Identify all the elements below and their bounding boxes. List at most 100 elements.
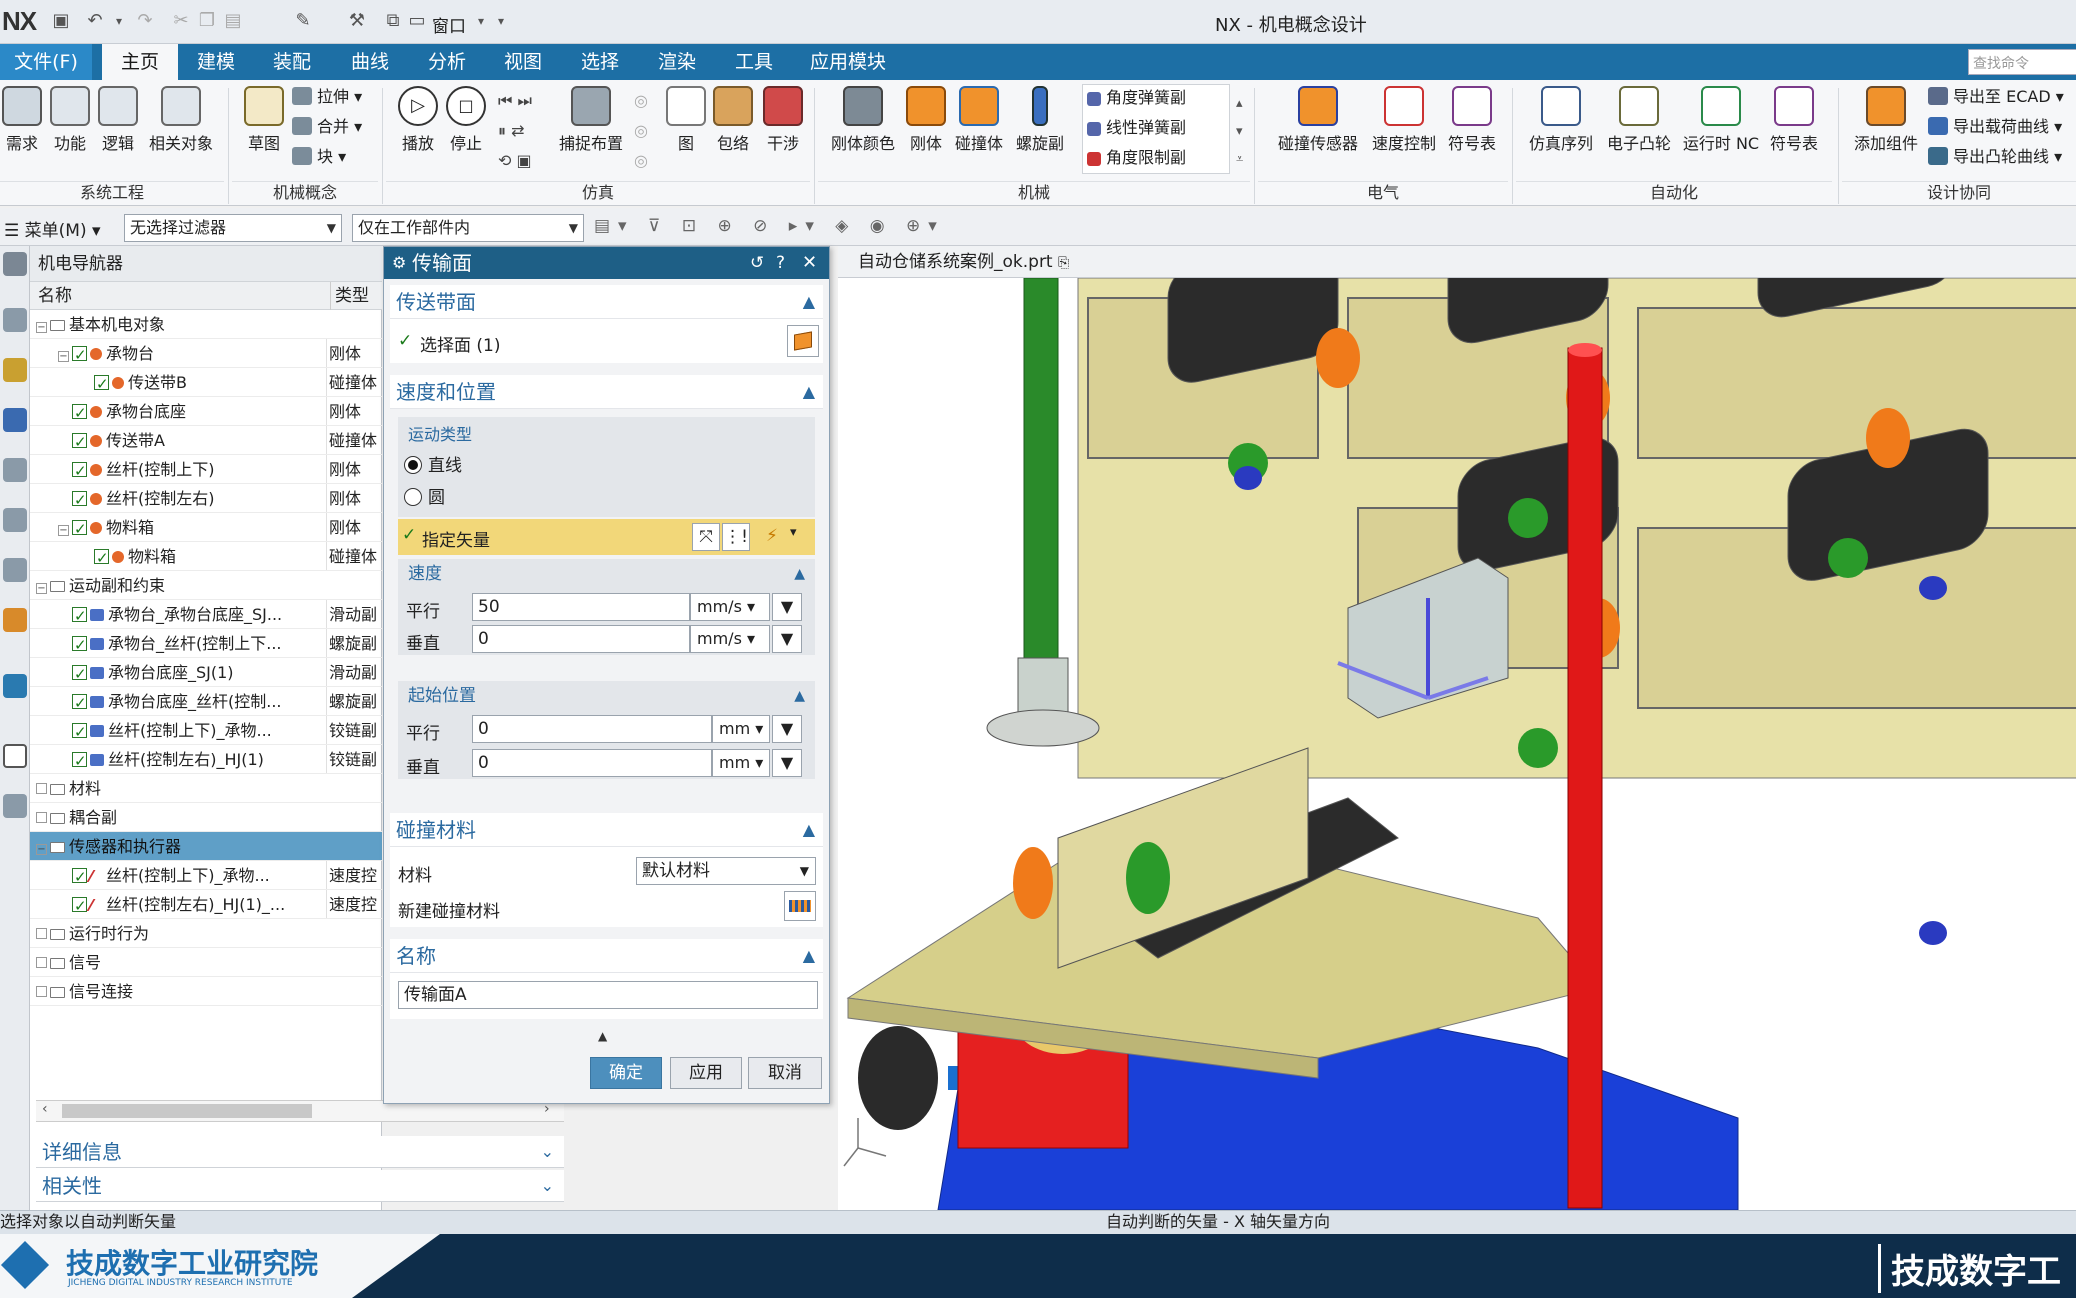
expand-toggle-icon[interactable] <box>36 986 47 997</box>
tree-row[interactable]: 物料箱 碰撞体 <box>30 542 382 571</box>
reverse-direction-icon[interactable]: ⤧ <box>692 523 720 551</box>
linear-spring-button[interactable]: 线性弹簧副 <box>1083 115 1229 141</box>
logic-button[interactable]: 逻辑 <box>96 86 140 154</box>
visibility-checkbox[interactable] <box>72 399 87 425</box>
start-parallel-options[interactable]: ▼ <box>772 715 802 743</box>
expand-toggle-icon[interactable] <box>36 783 47 794</box>
visibility-checkbox[interactable] <box>72 718 87 744</box>
undo-icon[interactable]: ↶ <box>84 10 106 32</box>
scrollbar-thumb[interactable] <box>62 1104 312 1118</box>
requirement-button[interactable]: 需求 <box>0 86 44 154</box>
tab-modeling[interactable]: 建模 <box>180 44 252 80</box>
details-panel-header[interactable]: 详细信息 ⌄ <box>36 1136 564 1168</box>
rigid-color-button[interactable]: 刚体颜色 <box>826 86 900 154</box>
tree-row[interactable]: − 基本机电对象 <box>30 310 382 339</box>
select-face-row[interactable]: ✓ 选择面 (1) <box>390 319 823 363</box>
visibility-checkbox[interactable] <box>72 747 87 773</box>
visibility-checkbox[interactable] <box>72 457 87 483</box>
tree-row[interactable]: 传送带A 碰撞体 <box>30 426 382 455</box>
visibility-checkbox[interactable] <box>72 602 87 628</box>
tree-row[interactable]: 丝杆(控制左右)_HJ(1) 铰链副 <box>30 745 382 774</box>
clock-icon[interactable] <box>3 744 27 768</box>
tree-row[interactable]: − 运动副和约束 <box>30 571 382 600</box>
visibility-checkbox[interactable] <box>72 428 87 454</box>
speed-parallel-input[interactable]: 50 <box>472 593 690 621</box>
name-input[interactable]: 传输面A <box>398 981 818 1009</box>
symbol-table-button[interactable]: 符号表 <box>1444 86 1500 154</box>
section-speed-position[interactable]: 速度和位置 ▲ <box>390 375 823 409</box>
history-icon[interactable] <box>3 608 27 632</box>
expand-toggle-icon[interactable] <box>36 812 47 823</box>
graph-button[interactable]: 图 <box>664 86 708 154</box>
visibility-checkbox[interactable] <box>72 660 87 686</box>
e-cam-button[interactable]: 电子凸轮 <box>1602 86 1676 154</box>
reuse-library-icon[interactable] <box>3 458 27 482</box>
face-select-button[interactable] <box>787 325 819 357</box>
angular-limit-button[interactable]: 角度限制副 <box>1083 145 1229 171</box>
tree-row[interactable]: 材料 <box>30 774 382 803</box>
angular-spring-button[interactable]: 角度弹簧副 <box>1083 85 1229 111</box>
runtime-nc-button[interactable]: 运行时 NC <box>1680 86 1762 154</box>
3d-model-view[interactable] <box>838 278 2076 1210</box>
cancel-button[interactable]: 取消 <box>748 1057 822 1089</box>
collision-body-button[interactable]: 碰撞体 <box>952 86 1006 154</box>
customize-qat-icon[interactable]: ▾ <box>490 10 512 32</box>
function-button[interactable]: 功能 <box>48 86 92 154</box>
tab-home[interactable]: 主页 <box>102 44 178 80</box>
tab-view[interactable]: 视图 <box>486 44 560 80</box>
repeat-command-icon[interactable]: ✎ <box>292 10 314 32</box>
screw-joint-button[interactable]: 螺旋副 <box>1010 86 1070 154</box>
stop-button[interactable]: □ 停止 <box>444 86 488 154</box>
tab-selection[interactable]: 选择 <box>562 44 638 80</box>
visibility-checkbox[interactable] <box>94 370 109 396</box>
tree-row[interactable]: 耦合副 <box>30 803 382 832</box>
visibility-checkbox[interactable] <box>94 544 109 570</box>
unite-button[interactable]: 合并 ▾ <box>292 114 362 140</box>
expand-toggle-icon[interactable]: − <box>36 322 47 333</box>
new-material-button[interactable] <box>784 891 816 921</box>
tab-curve[interactable]: 曲线 <box>334 44 406 80</box>
command-search-input[interactable]: 查找命令 <box>1968 49 2076 75</box>
tree-row[interactable]: 丝杆(控制左右) 刚体 <box>30 484 382 513</box>
tree-row[interactable]: 信号连接 <box>30 977 382 1006</box>
tree-row[interactable]: 传送带B 碰撞体 <box>30 368 382 397</box>
cut-icon[interactable]: ✂ <box>170 10 192 32</box>
tab-tools[interactable]: 工具 <box>716 44 792 80</box>
speed-parallel-unit[interactable]: mm/s ▾ <box>690 593 770 621</box>
window-menu[interactable]: 窗口 <box>432 12 466 37</box>
help-icon[interactable]: ? <box>776 247 785 279</box>
copy-icon[interactable]: ❐ <box>196 10 218 32</box>
tree-row[interactable]: 丝杆(控制上下)_承物... 铰链副 <box>30 716 382 745</box>
web-browser-icon[interactable] <box>3 558 27 582</box>
inferred-vector-icon[interactable]: ⚡ <box>758 523 786 551</box>
part-file-tab[interactable]: 自动仓储系统案例_ok.prt ⎘ <box>838 246 2076 278</box>
sim-speed-controls[interactable]: ⏮ ⏭ ⏸ ⇄ ⟲ ▣ <box>498 86 542 176</box>
tree-row[interactable]: 承物台_承物台底座_SJ... 滑动副 <box>30 600 382 629</box>
menu-button[interactable]: ☰ 菜单(M) ▾ <box>4 216 101 241</box>
save-icon[interactable]: ▣ <box>50 10 72 32</box>
play-button[interactable]: ▷ 播放 <box>396 86 440 154</box>
visibility-checkbox[interactable] <box>72 631 87 657</box>
material-dropdown[interactable]: 默认材料 ▼ <box>636 857 816 885</box>
hd3d-icon[interactable] <box>3 508 27 532</box>
dependencies-panel-header[interactable]: 相关性 ⌄ <box>36 1170 564 1202</box>
visibility-checkbox[interactable] <box>72 341 87 367</box>
speed-parallel-options[interactable]: ▼ <box>772 593 802 621</box>
section-conveyor-face[interactable]: 传送带面 ▲ <box>390 285 823 319</box>
add-component-button[interactable]: 添加组件 <box>1850 86 1922 154</box>
gallery-scroll-icons[interactable]: ▴ ▾ ⩡ <box>1236 90 1243 174</box>
related-object-button[interactable]: 相关对象 <box>144 86 218 154</box>
tree-row[interactable]: 运行时行为 <box>30 919 382 948</box>
export-load-curve-button[interactable]: 导出载荷曲线 ▾ <box>1928 114 2062 140</box>
radio-linear[interactable]: 直线 <box>404 451 462 476</box>
tree-row[interactable]: 信号 <box>30 948 382 977</box>
selection-scope-dropdown[interactable]: 仅在工作部件内 ▼ <box>352 214 584 242</box>
expand-toggle-icon[interactable] <box>36 928 47 939</box>
extrude-button[interactable]: 拉伸 ▾ <box>292 84 362 110</box>
block-button[interactable]: 块 ▾ <box>292 144 346 170</box>
paste-icon[interactable]: ▤ <box>222 10 244 32</box>
apply-button[interactable]: 应用 <box>670 1057 742 1089</box>
radio-circle[interactable]: 圆 <box>404 483 445 508</box>
expand-toggle-icon[interactable] <box>36 957 47 968</box>
scroll-left-icon[interactable]: ‹ <box>42 1101 48 1117</box>
